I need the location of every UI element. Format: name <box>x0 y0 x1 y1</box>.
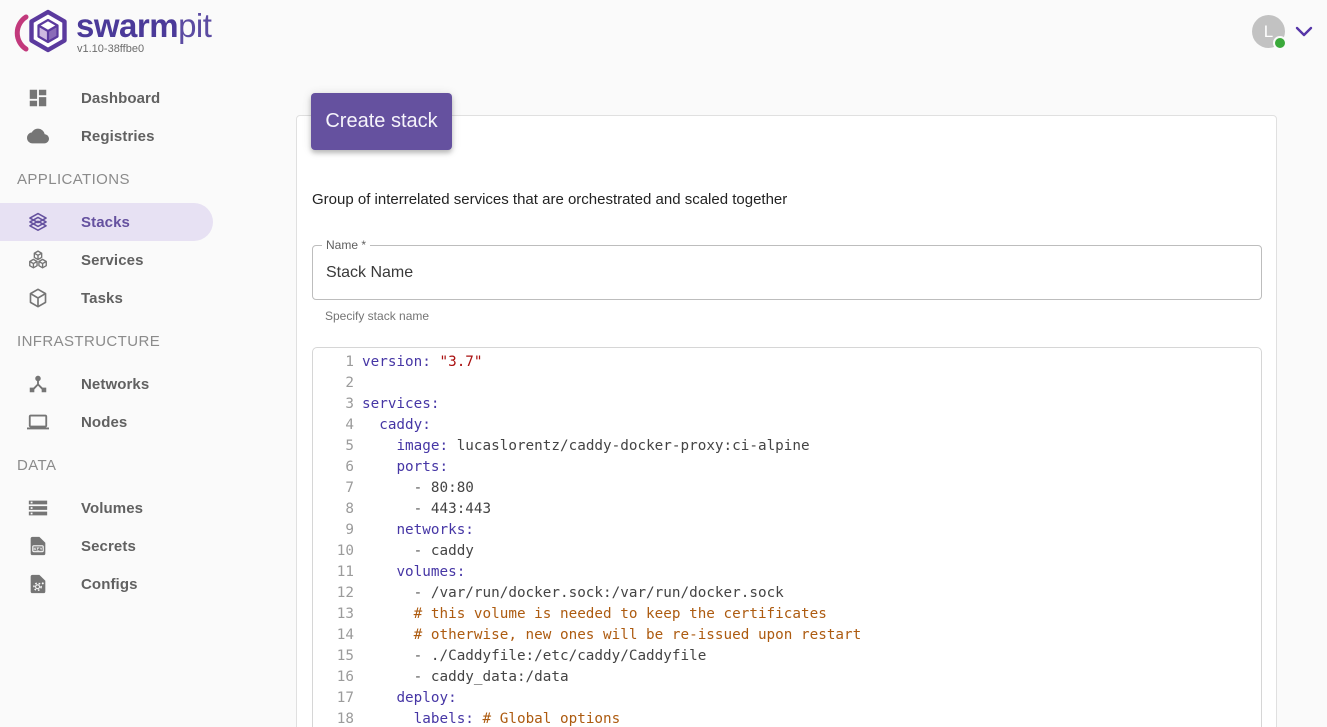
sidebar-item-label: Volumes <box>81 500 143 517</box>
brand-name: swarmpit <box>76 8 211 44</box>
sidebar-item-label: Networks <box>81 376 149 393</box>
sidebar-item-label: Tasks <box>81 290 123 307</box>
sidebar-item-label: Stacks <box>81 214 130 231</box>
sidebar-item-secrets[interactable]: KEY Secrets <box>0 527 240 565</box>
chevron-down-icon[interactable] <box>1295 26 1313 37</box>
version-label: v1.10-38ffbe0 <box>76 43 211 55</box>
cube-icon <box>27 287 49 309</box>
sidebar-item-label: Registries <box>81 128 155 145</box>
sidebar-item-label: Services <box>81 252 144 269</box>
swarmpit-logo-icon <box>12 8 70 58</box>
key-file-icon: KEY <box>27 535 49 557</box>
app-header: swarmpit v1.10-38ffbe0 L <box>0 0 1327 67</box>
sidebar-item-stacks[interactable]: Stacks <box>0 203 213 241</box>
stacks-icon <box>27 211 49 233</box>
create-stack-button[interactable]: Create stack <box>311 93 452 150</box>
user-menu[interactable]: L <box>1252 15 1313 48</box>
name-field: Name * <box>312 245 1262 300</box>
stack-name-input[interactable] <box>326 247 1246 298</box>
cloud-icon <box>27 125 49 147</box>
sidebar: Dashboard Registries APPLICATIONS Stacks… <box>0 67 240 603</box>
sidebar-item-networks[interactable]: Networks <box>0 365 240 403</box>
sidebar-item-label: Configs <box>81 576 138 593</box>
sidebar-section-applications: APPLICATIONS <box>0 163 240 195</box>
sidebar-section-data: DATA <box>0 449 240 481</box>
svg-text:KEY: KEY <box>33 546 42 551</box>
sidebar-item-nodes[interactable]: Nodes <box>0 403 240 441</box>
name-field-helper: Specify stack name <box>325 309 429 323</box>
storage-icon <box>27 497 49 519</box>
sidebar-item-label: Secrets <box>81 538 136 555</box>
sidebar-item-configs[interactable]: Configs <box>0 565 240 603</box>
create-stack-card: Group of interrelated services that are … <box>296 115 1277 727</box>
code-editor[interactable]: 1version: "3.7"2 3services:4 caddy:5 ima… <box>312 347 1262 727</box>
avatar-letter: L <box>1264 22 1273 42</box>
gear-file-icon <box>27 573 49 595</box>
sidebar-item-volumes[interactable]: Volumes <box>0 489 240 527</box>
sidebar-item-dashboard[interactable]: Dashboard <box>0 79 240 117</box>
code-editor-lines: 1version: "3.7"2 3services:4 caddy:5 ima… <box>313 352 1261 727</box>
brand[interactable]: swarmpit v1.10-38ffbe0 <box>12 8 211 58</box>
laptop-icon <box>27 411 49 433</box>
avatar[interactable]: L <box>1252 15 1285 48</box>
stack-description: Group of interrelated services that are … <box>312 191 787 208</box>
sidebar-item-label: Nodes <box>81 414 127 431</box>
sidebar-item-services[interactable]: Services <box>0 241 240 279</box>
dashboard-icon <box>27 87 49 109</box>
network-hub-icon <box>27 373 49 395</box>
online-status-dot <box>1273 36 1287 50</box>
sidebar-item-tasks[interactable]: Tasks <box>0 279 240 317</box>
cubes-icon <box>27 249 49 271</box>
sidebar-item-label: Dashboard <box>81 90 160 107</box>
sidebar-section-infrastructure: INFRASTRUCTURE <box>0 325 240 357</box>
sidebar-item-registries[interactable]: Registries <box>0 117 240 155</box>
